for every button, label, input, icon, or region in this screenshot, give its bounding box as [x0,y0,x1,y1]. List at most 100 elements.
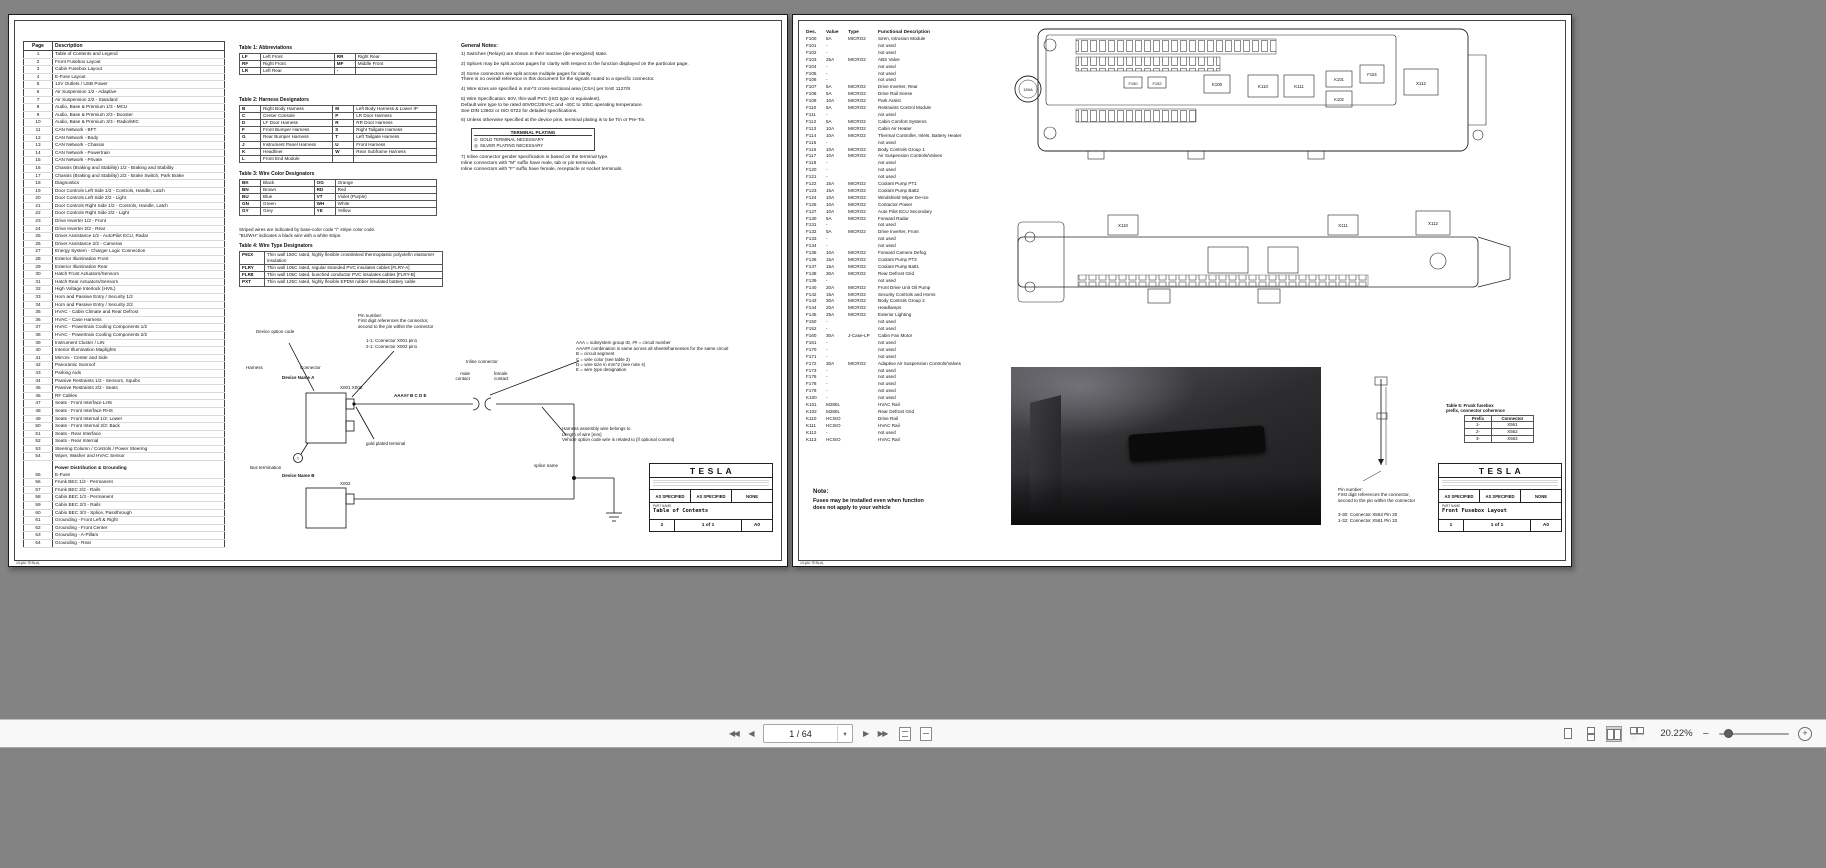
photo-shadow [1011,474,1321,525]
table-row: RF Right Front MF Middle Front [239,59,438,68]
zoom-in-button[interactable]: + [1798,726,1812,741]
table-row: K Headliner W Rear Subframe Harness [239,147,437,156]
toc-row: 60 Cabin BEC 3/3 - Splice, Passthrough [23,509,225,518]
toc-row: 17 Chassis (Braking and Stability) 2/2 -… [23,172,225,181]
tesla-logo: TESLA [650,464,772,478]
connector-label: Connector [300,365,321,370]
fit-page-icon[interactable] [898,726,911,741]
zoom-slider[interactable] [1719,729,1789,738]
fuse-row: F137 15A MICRO2 Coolant Pump Batt1 [806,263,920,269]
connector-x112-label: X112 [1416,81,1426,86]
previous-page-button[interactable]: ◀ [745,728,756,739]
toc-row: 4 E-Fuse Layout [23,73,225,82]
toc-row: 38 HVAC - Powertrain Cooling Components … [23,331,225,340]
table-row: J Instrument Panel Harness U Front Harne… [239,140,437,149]
relay-k102-label: K102 [1334,97,1344,102]
table-4-wire-type-designators: Table 4: Wire Type Designators P91X Thin… [239,243,443,287]
title-block: TESLA AS SPECIFIED AS SPECIFIED NONE PAR… [649,463,773,532]
fusebox-location-photo [1011,367,1321,525]
sheet-size: A0 [1542,523,1550,528]
table-row: L Front End Module [239,154,437,164]
toc-row: 1 Table of Contents and Legend [23,50,225,59]
fuse-row: K100 - not used [806,395,896,401]
zoom-slider-handle[interactable] [1724,729,1733,738]
toc-row: 39 Instrument Cluster / LIN [23,339,225,348]
table-row: G Rear Bumper Harness T Left Tailgate Ha… [239,133,437,142]
page-1-table-of-contents: 1/1(A0 TESLA) Page Description 1 Table o… [8,14,788,567]
table-title: Table 2: Harness Designators [239,97,309,103]
page-indicator: 1 / 64 [789,728,812,739]
toc-row: 27 Energy System - Charger Logic Connect… [23,247,225,257]
next-page-button[interactable]: ▶ [860,728,871,739]
finish-spec: AS SPECIFIED [1480,490,1521,502]
fuse-row: F144 20A MICRO2 Headlamps [806,305,902,311]
fuse-row: F133 - not used [806,236,896,242]
fuse-row: F179 - not used [806,388,896,394]
zoom-controls-group: 20.22% − + [1561,720,1812,747]
fit-width-icon[interactable] [919,726,932,741]
table-1-abbreviations: Table 1: Abbreviations LF Left Front RR … [239,45,438,76]
table-row: FLR8 Thin wall 105C rated, bunched condu… [239,271,443,280]
fuse-row: K112 - not used [806,429,896,435]
toc-section-title: Power Distribution & Grounding [55,465,127,471]
harness-label: Harness [246,365,263,370]
toc-row: 16 Chassis (Braking and Stability) 1/2 -… [23,164,225,173]
toc-row: 63 Grounding - A-Pillars [23,531,225,540]
fuse-row: F101 - not used [806,42,896,48]
table-row: BU Blue VT Violet (Purple) [239,192,438,202]
last-page-button[interactable]: ▶▶ [875,728,890,739]
general-notes-title: General Notes: [461,43,498,49]
fuse-row: F106 - not used [806,77,896,83]
revision-number: 1 [1439,520,1464,531]
assembly-note-line: Vehicle option code wire is related to [… [562,437,675,443]
zoom-out-button[interactable]: − [1702,727,1710,741]
fuse-header-value: Value [826,30,839,35]
general-note: 4) Wire sizes are specified in mm^2 cros… [461,87,631,93]
toc-row: 48 Seats - Front Interface RHS [23,407,225,416]
wire-legend-line: E = wire type designation [576,367,627,373]
fuse-row: F114 10A MICRO2 Thermal Controller, Inle… [806,132,962,138]
fuse-row: K113 HCISO HVAC Rail [806,436,900,442]
fuse-row: K111 HCISO HVAC Rail [806,422,900,428]
toc-row: 44 Passive Restraints 1/2 - Sensors, Squ… [23,377,225,386]
fuse-row: F108 5A MICRO2 Drive Rail Sense [806,91,913,97]
toc-row: 22 Door Controls Right Side 2/2 - Light [23,209,225,219]
toc-row: 29 Exterior Illumination Rear [23,263,225,272]
single-page-view-icon[interactable] [1561,727,1575,741]
toc-row: 11 CAN Network - BFT [23,126,225,135]
fuse-row: F172 30A MICRO2 Adaptive Air Suspension … [806,360,961,366]
dual-continuous-view-icon[interactable] [1629,726,1645,741]
toc-row: 24 Drive Inverter 2/2 - Rear [23,225,225,234]
table-row: LF Left Front RR Right Rear [239,52,438,61]
toc-row: 5 12V Outlets / USB Power [23,80,225,89]
fuse-row: F136 15A MICRO2 Coolant Pump PT2 [806,257,917,262]
fuse-row: F104 - not used [806,63,896,69]
table-row: LR Left Rear - [239,66,438,76]
sheet-number: 1 of 1 [675,520,742,531]
fusebox-top-view-diagram: 150A F150 F152 K100 K110 K111 K101 K102 … [1008,25,1508,195]
page-number-select[interactable]: 1 / 64 ▾ [762,724,853,743]
toc-row: 14 CAN Network - Powertrain [23,149,225,158]
continuous-view-icon[interactable] [1584,726,1598,741]
fuse-row: F131 - not used [806,222,896,228]
toc-row: 50 Seats - Front Internal 2/2: Back [23,422,225,431]
general-note: 6) Unless otherwise specified at the dev… [461,118,646,124]
terminal-plating-icon: ◎ [474,143,479,149]
fuse-row: K102 M280L Rear Defrost Grid [806,408,914,414]
dual-page-view-icon[interactable] [1605,725,1622,742]
pin-example: 2-1: Connector X002 pin1 [366,343,418,349]
first-page-button[interactable]: ◀◀ [726,728,741,739]
material-spec: AS SPECIFIED [650,490,691,502]
toc-row: 41 Mirrors - Center and Side [23,354,225,363]
table-row: GY Grey YE Yellow [239,207,438,216]
toc-row: 45 Passive Restraints 2/2 - Seats [23,384,225,393]
general-note: 3) Some connectors are split across mult… [461,71,655,83]
table-row: 1- X561 [1464,421,1535,430]
toc-row: 33 Horn and Passive Entry / Security 1/2 [23,293,225,302]
fuse-row: F142 15A MICRO2 Security Controls and Ho… [806,291,936,297]
device-option-code-label: Device option code [256,329,295,334]
page-navigation-group: ◀◀ ◀ 1 / 64 ▾ ▶ ▶▶ [726,720,932,747]
sheet-corner-label: 1/1(A0 TESLA) [16,561,40,565]
table-of-contents: Page Description 1 Table of Contents and… [23,41,225,548]
chevron-down-icon: ▾ [836,725,852,742]
